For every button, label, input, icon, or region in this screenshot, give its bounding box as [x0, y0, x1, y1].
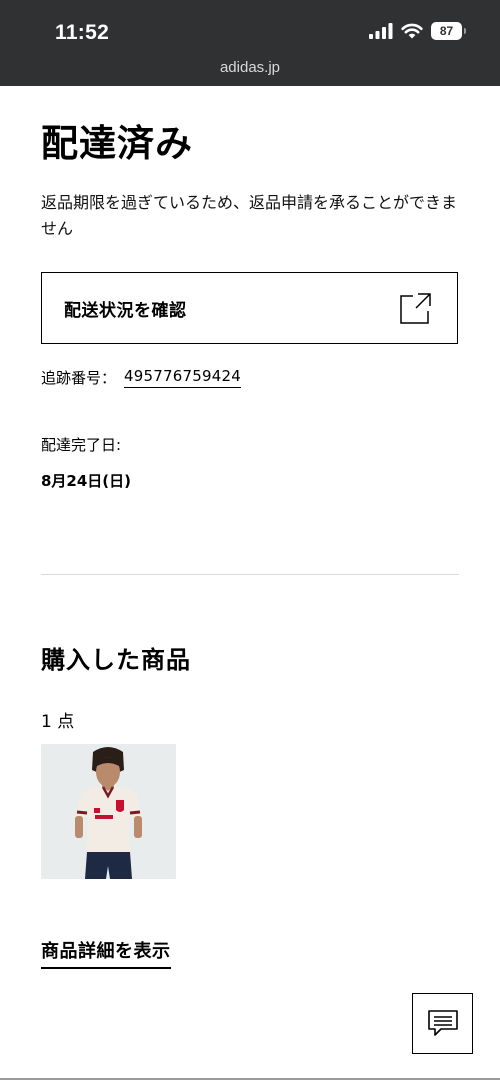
delivered-label: 配達完了日: — [41, 436, 122, 454]
chat-button[interactable] — [412, 993, 473, 1054]
track-shipment-label: 配送状況を確認 — [64, 300, 187, 321]
tracking-row: 追跡番号： 495776759424 — [41, 367, 241, 388]
product-image[interactable] — [41, 744, 176, 879]
order-status-title: 配達済み — [41, 122, 193, 165]
return-notice: 返品期限を過ぎているため、返品申請を承ることができません — [41, 193, 458, 238]
tracking-label: 追跡番号： — [41, 369, 117, 387]
status-time: 11:52 — [55, 21, 110, 44]
track-shipment-button[interactable]: 配送状況を確認 — [41, 272, 458, 344]
tracking-number-link[interactable]: 495776759424 — [124, 367, 241, 388]
battery-icon: 87 — [431, 22, 466, 40]
product-details-link[interactable]: 商品詳細を表示 — [41, 937, 171, 969]
jersey-product-photo — [41, 744, 176, 879]
item-count: 1 点 — [41, 712, 75, 732]
wifi-icon — [401, 23, 423, 39]
url-bar[interactable]: adidas.jp — [0, 59, 500, 76]
purchased-items-title: 購入した商品 — [41, 646, 191, 674]
battery-level: 87 — [431, 22, 462, 40]
status-icons: 87 — [369, 22, 466, 40]
status-bar: 11:52 87 adidas.jp — [0, 0, 500, 86]
divider — [41, 574, 459, 575]
external-link-icon — [400, 293, 431, 324]
delivered-date: 8月24日(日) — [41, 472, 132, 490]
cellular-signal-icon — [369, 23, 393, 39]
chat-icon — [427, 1009, 458, 1036]
